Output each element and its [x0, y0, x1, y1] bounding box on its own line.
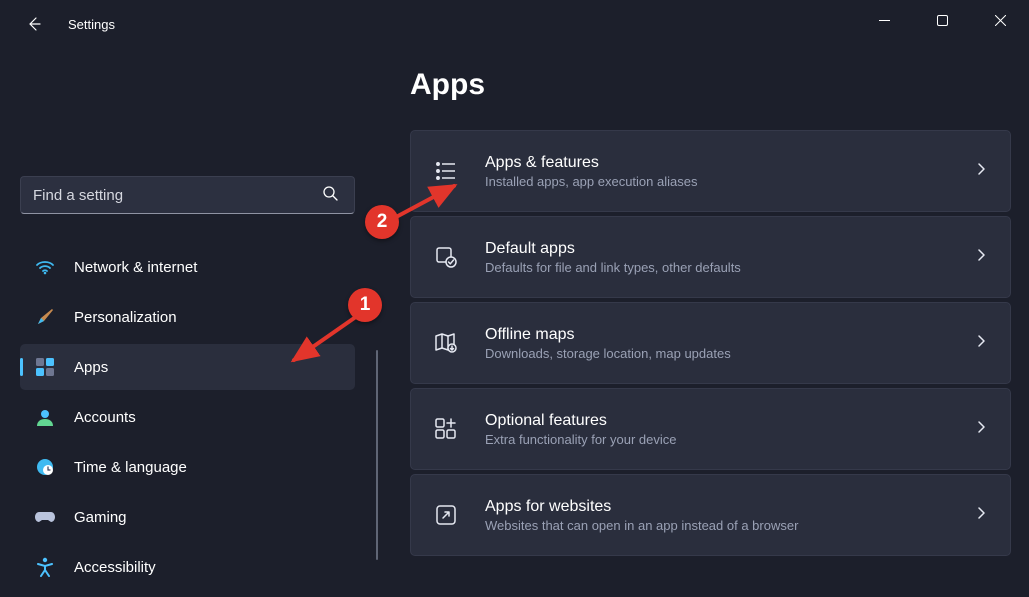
- add-tile-icon: [433, 418, 459, 440]
- minimize-button[interactable]: [855, 0, 913, 40]
- sidebar-item-apps[interactable]: Apps: [20, 344, 355, 390]
- card-subtitle: Defaults for file and link types, other …: [485, 260, 948, 275]
- window-controls: [855, 0, 1029, 40]
- card-subtitle: Installed apps, app execution aliases: [485, 174, 948, 189]
- list-icon: [433, 160, 459, 182]
- card-title: Optional features: [485, 412, 948, 430]
- search-icon: [322, 185, 338, 206]
- sidebar: Network & internet Personalization Apps …: [20, 72, 360, 597]
- sidebar-item-time-language[interactable]: Time & language: [20, 444, 355, 490]
- card-optional-features[interactable]: Optional features Extra functionality fo…: [410, 388, 1011, 470]
- sidebar-item-personalization[interactable]: Personalization: [20, 294, 355, 340]
- settings-cards: Apps & features Installed apps, app exec…: [410, 130, 1011, 556]
- sidebar-item-label: Personalization: [74, 309, 177, 326]
- minimize-icon: [879, 15, 890, 26]
- card-text: Apps for websites Websites that can open…: [485, 498, 948, 533]
- card-default-apps[interactable]: Default apps Defaults for file and link …: [410, 216, 1011, 298]
- open-external-icon: [433, 504, 459, 526]
- card-title: Default apps: [485, 240, 948, 258]
- maximize-button[interactable]: [913, 0, 971, 40]
- card-text: Offline maps Downloads, storage location…: [485, 326, 948, 361]
- chevron-right-icon: [974, 334, 988, 353]
- chevron-right-icon: [974, 506, 988, 525]
- window-title: Settings: [68, 17, 115, 32]
- paintbrush-icon: [34, 306, 56, 328]
- chevron-right-icon: [974, 162, 988, 181]
- card-apps-for-websites[interactable]: Apps for websites Websites that can open…: [410, 474, 1011, 556]
- sidebar-item-label: Network & internet: [74, 259, 197, 276]
- annotation-step-2: 2: [365, 205, 399, 239]
- card-title: Offline maps: [485, 326, 948, 344]
- card-text: Default apps Defaults for file and link …: [485, 240, 948, 275]
- main-panel: Apps Apps & features Installed apps, app…: [360, 72, 1011, 597]
- person-icon: [34, 406, 56, 428]
- globe-clock-icon: [34, 456, 56, 478]
- sidebar-item-label: Apps: [74, 359, 108, 376]
- titlebar: Settings: [0, 0, 1029, 48]
- annotation-step-1: 1: [348, 288, 382, 322]
- sidebar-item-accounts[interactable]: Accounts: [20, 394, 355, 440]
- card-apps-features[interactable]: Apps & features Installed apps, app exec…: [410, 130, 1011, 212]
- sidebar-nav: Network & internet Personalization Apps …: [20, 244, 360, 590]
- apps-icon: [34, 356, 56, 378]
- card-title: Apps for websites: [485, 498, 948, 516]
- sidebar-item-label: Accounts: [74, 409, 136, 426]
- sidebar-item-label: Gaming: [74, 509, 127, 526]
- maximize-icon: [937, 15, 948, 26]
- card-text: Optional features Extra functionality fo…: [485, 412, 948, 447]
- back-button[interactable]: [18, 8, 50, 40]
- shield-check-icon: [433, 246, 459, 268]
- sidebar-item-accessibility[interactable]: Accessibility: [20, 544, 355, 590]
- chevron-right-icon: [974, 248, 988, 267]
- card-subtitle: Downloads, storage location, map updates: [485, 346, 948, 361]
- sidebar-item-gaming[interactable]: Gaming: [20, 494, 355, 540]
- chevron-right-icon: [974, 420, 988, 439]
- sidebar-item-label: Time & language: [74, 459, 187, 476]
- sidebar-item-network[interactable]: Network & internet: [20, 244, 355, 290]
- gamepad-icon: [34, 506, 56, 528]
- card-text: Apps & features Installed apps, app exec…: [485, 154, 948, 189]
- sidebar-scrollbar[interactable]: [376, 350, 378, 560]
- card-subtitle: Extra functionality for your device: [485, 432, 948, 447]
- search-input[interactable]: [33, 177, 316, 213]
- close-button[interactable]: [971, 0, 1029, 40]
- card-title: Apps & features: [485, 154, 948, 172]
- accessibility-icon: [34, 556, 56, 578]
- card-offline-maps[interactable]: Offline maps Downloads, storage location…: [410, 302, 1011, 384]
- sidebar-item-label: Accessibility: [74, 559, 156, 576]
- search-box[interactable]: [20, 176, 355, 214]
- map-icon: [433, 332, 459, 354]
- content-area: Network & internet Personalization Apps …: [0, 48, 1029, 597]
- card-subtitle: Websites that can open in an app instead…: [485, 518, 948, 533]
- page-heading: Apps: [410, 68, 1011, 102]
- back-arrow-icon: [26, 16, 42, 32]
- close-icon: [995, 15, 1006, 26]
- wifi-icon: [34, 256, 56, 278]
